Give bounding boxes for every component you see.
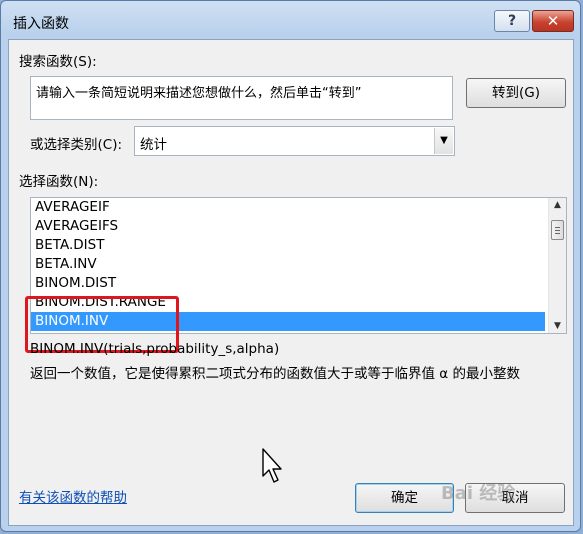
list-item[interactable]: AVERAGEIF [31,198,545,217]
list-item[interactable]: AVERAGEIFS [31,217,545,236]
function-signature: BINOM.INV(trials,probability_s,alpha) [30,341,280,357]
search-input[interactable]: 请输入一条简短说明来描述您想做什么，然后单击“转到” [30,76,453,120]
function-description: 返回一个数值，它是使得累积二项式分布的函数值大于或等于临界值 α 的最小整数 [30,366,520,382]
close-button[interactable]: ✕ [532,10,574,32]
ok-button[interactable]: 确定 [355,483,454,513]
list-item[interactable]: BETA.INV [31,255,545,274]
goto-button[interactable]: 转到(G) [466,78,566,108]
scroll-up-icon[interactable]: ▲ [549,200,566,210]
watermark-logo: Bai 经验 [441,483,516,504]
grip-line [555,227,560,228]
scroll-thumb[interactable] [551,220,564,240]
help-button[interactable]: ? [494,10,530,32]
function-list-label: 选择函数(N): [19,174,99,190]
dialog-body: 搜索函数(S): 请输入一条简短说明来描述您想做什么，然后单击“转到” 转到(G… [8,39,574,526]
list-item[interactable]: BETA.DIST [31,236,545,255]
category-select[interactable]: 统计 ▼ [134,126,455,156]
grip-line [555,233,560,234]
chevron-down-icon[interactable]: ▼ [434,128,453,154]
mouse-cursor-icon [262,448,282,483]
search-label: 搜索函数(S): [19,54,97,70]
title-bar[interactable]: 插入函数 ? ✕ [1,1,580,39]
insert-function-dialog: 插入函数 ? ✕ 搜索函数(S): 请输入一条简短说明来描述您想做什么，然后单击… [0,0,581,532]
grip-line [555,230,560,231]
function-help-link[interactable]: 有关该函数的帮助 [19,486,127,506]
scroll-down-icon[interactable]: ▼ [549,321,566,331]
list-item[interactable]: BINOM.DIST [31,274,545,293]
dialog-title: 插入函数 [13,16,69,32]
category-label: 或选择类别(C): [30,137,123,153]
category-selected-value: 统计 [140,137,167,153]
vertical-scrollbar[interactable]: ▲ ▼ [548,198,566,333]
